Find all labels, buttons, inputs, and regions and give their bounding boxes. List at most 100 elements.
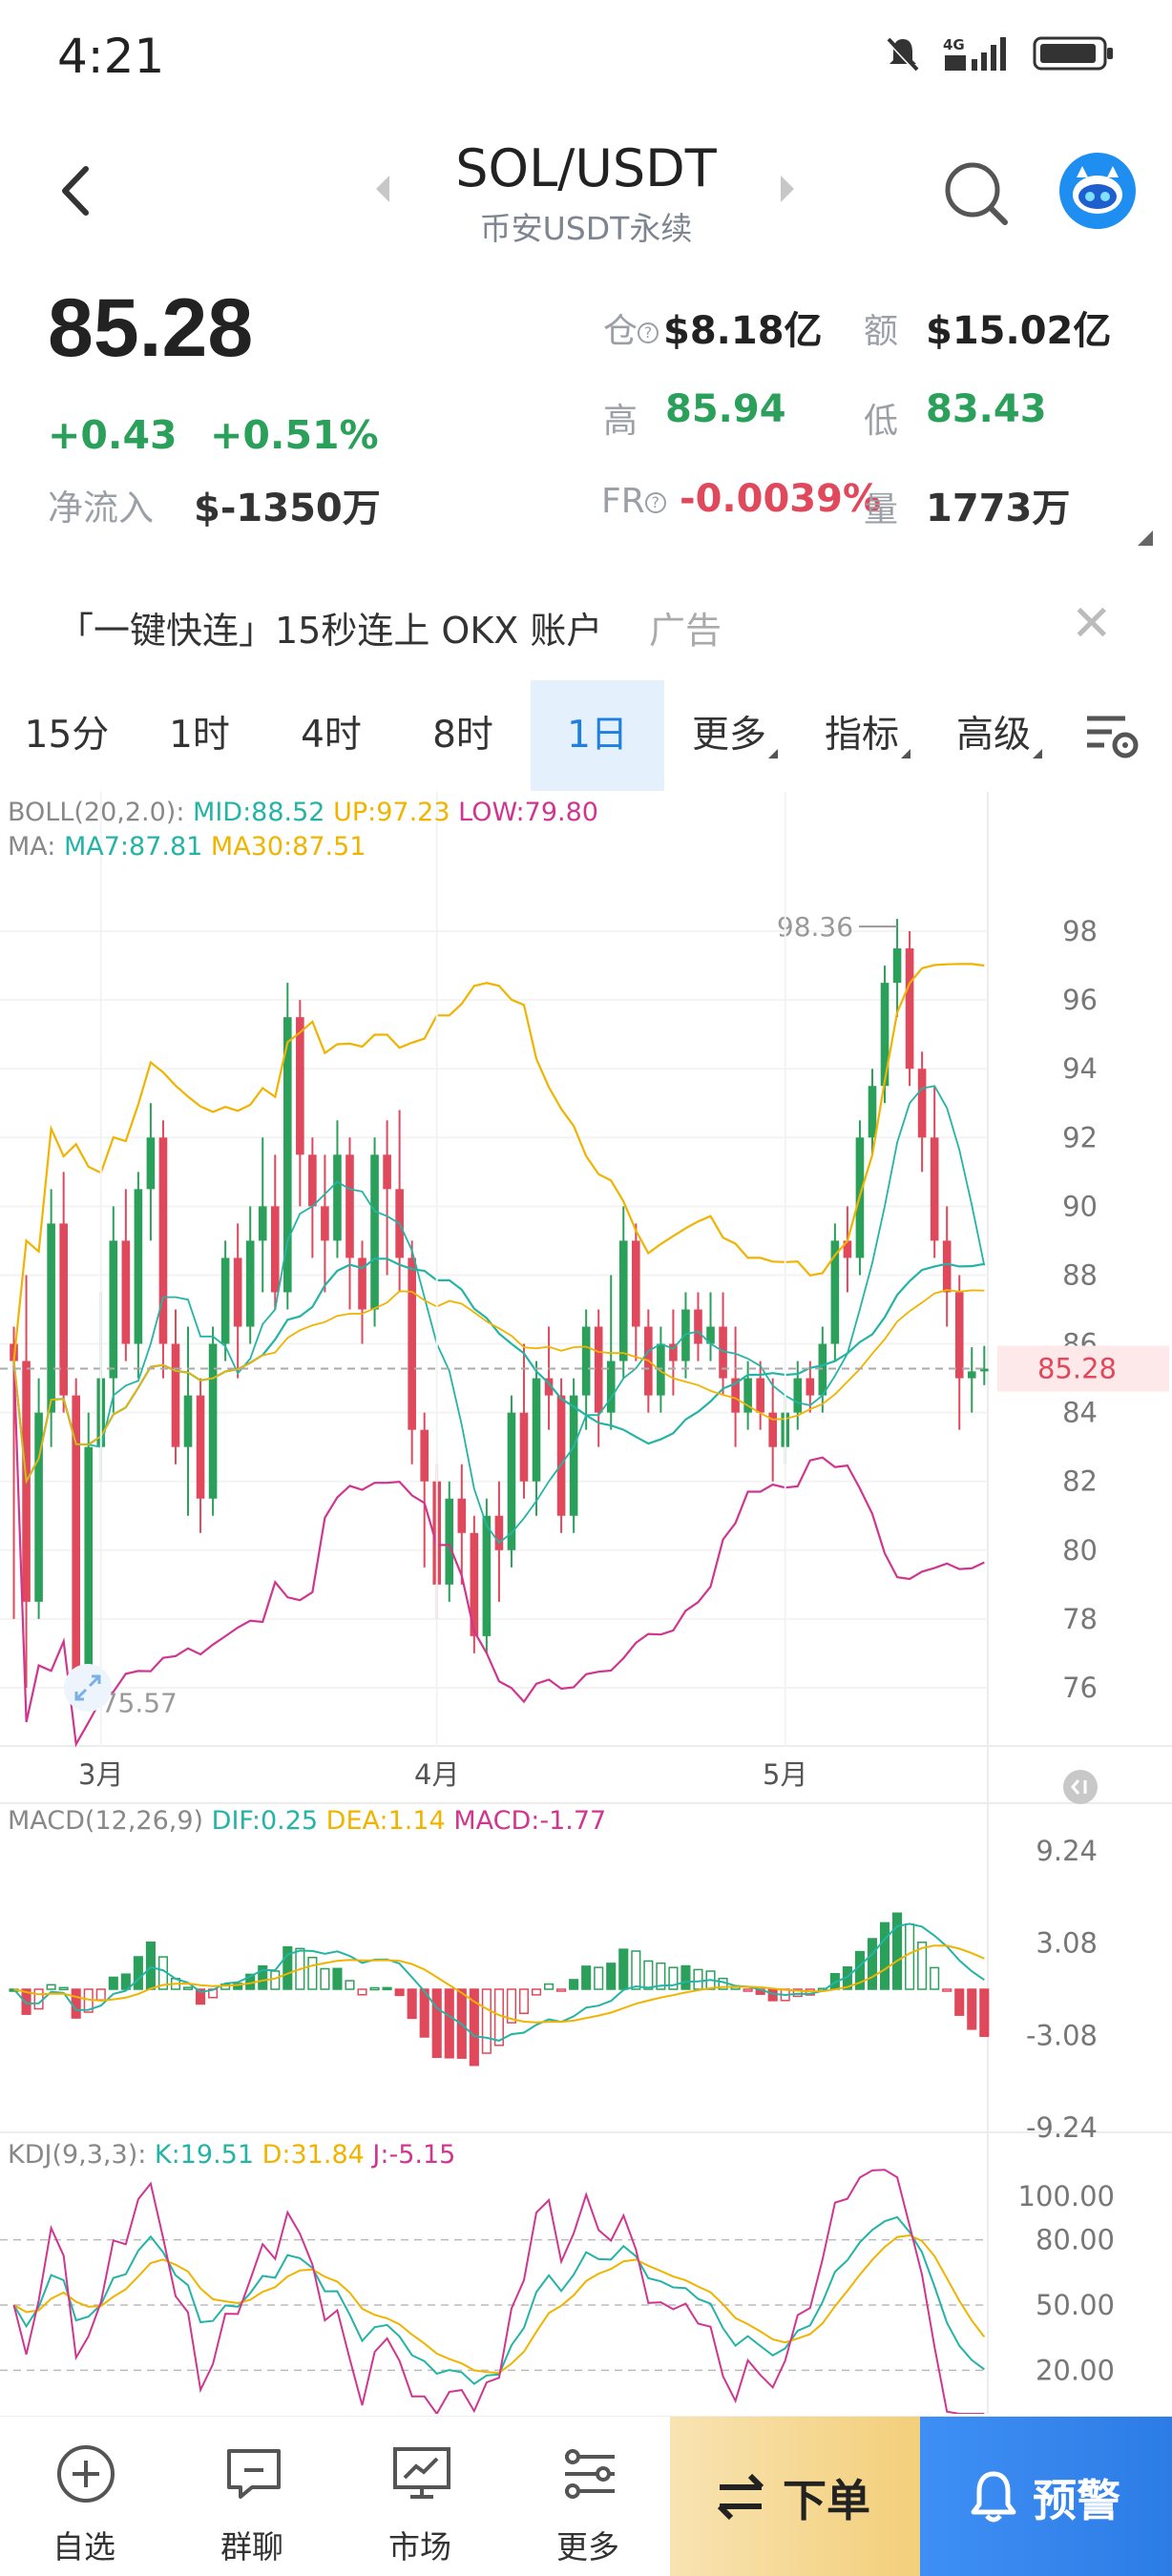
candle-body (618, 1240, 628, 1361)
macd-bar (58, 1986, 69, 1991)
candle-body (930, 1137, 939, 1241)
macd-bar (332, 1967, 343, 1990)
candle-body (445, 1498, 454, 1585)
y-tick-label: 92 (1062, 1121, 1098, 1153)
fullscreen-icon[interactable] (63, 1663, 113, 1713)
tab-1h[interactable]: 1时 (134, 680, 265, 791)
macd-bar (979, 1988, 990, 2037)
candle-body (383, 1154, 391, 1190)
ad-text[interactable]: 「一键快连」15秒连上 OKX 账户 (57, 601, 602, 654)
ad-banner[interactable]: 「一键快连」15秒连上 OKX 账户 广告 ✕ (0, 592, 1172, 668)
y-tick-label: 84 (1062, 1397, 1098, 1429)
chart-settings-icon[interactable] (1083, 709, 1142, 762)
y-tick-label: 78 (1062, 1603, 1098, 1635)
more-icon (565, 2449, 615, 2499)
close-icon[interactable]: ✕ (1071, 599, 1113, 649)
candle-body (482, 1515, 492, 1636)
last-price: 85.28 (48, 282, 254, 374)
help-icon[interactable]: ? (638, 322, 659, 343)
open-interest-label[interactable]: 仓? (603, 303, 659, 353)
help-icon[interactable]: ? (644, 492, 666, 513)
netflow-label: 净流入 (48, 488, 154, 529)
search-icon[interactable] (940, 157, 1013, 230)
candle-body (258, 1206, 267, 1241)
y-tick-label: 94 (1062, 1052, 1098, 1085)
tab-more[interactable]: 更多 (668, 680, 802, 791)
macd-bar (693, 1968, 703, 1990)
y-tick-label: 76 (1062, 1672, 1098, 1704)
y-tick-label: 96 (1062, 984, 1098, 1016)
macd-bar (46, 1984, 56, 1990)
tab-indicators[interactable]: 指标 (802, 680, 933, 791)
candle-body (806, 1378, 815, 1396)
tab-8h[interactable]: 8时 (397, 680, 529, 791)
nav-more[interactable]: 更多 (504, 2417, 672, 2576)
candle-body (345, 1154, 354, 1258)
y-tick-label: 90 (1062, 1190, 1098, 1222)
scroll-to-latest-icon[interactable] (1062, 1769, 1099, 1805)
candle-body (420, 1429, 429, 1482)
y-tick-label: 98 (1062, 915, 1098, 947)
candle-body (233, 1257, 242, 1327)
candle-body (494, 1515, 504, 1550)
swap-icon (717, 2473, 764, 2521)
candle-body (892, 948, 902, 984)
boll-legend: BOLL(20,2.0): MID:88.52 UP:97.23 LOW:79.… (8, 798, 598, 827)
tab-1d[interactable]: 1日 (531, 680, 664, 791)
nav-market[interactable]: 市场 (336, 2417, 504, 2576)
macd-bar (631, 1950, 641, 1990)
y-tick-label: 80 (1062, 1534, 1098, 1567)
candle-body (632, 1240, 640, 1327)
macd-bar (345, 1980, 355, 1990)
tab-15m[interactable]: 15分 (0, 680, 134, 791)
chart-canvas[interactable]: 98969492908886848280787685.2898.3675.573… (0, 792, 1172, 2414)
status-bar: 4:21 4G (0, 0, 1172, 119)
mute-icon (886, 37, 919, 73)
candle-body (47, 1223, 55, 1413)
candle-body (519, 1412, 529, 1482)
macd-bar (382, 1986, 392, 1991)
next-symbol-icon[interactable] (775, 172, 798, 206)
funding-rate-label[interactable]: FR? (601, 482, 666, 521)
candle-body (183, 1395, 193, 1447)
signal-icon: 4G (943, 36, 1006, 71)
macd-bar (942, 1988, 952, 1992)
open-interest-value: $8.18亿 (663, 309, 823, 353)
macd-bar (892, 1912, 903, 1990)
candle-body (694, 1309, 702, 1344)
alert-button-label: 预警 (1033, 2475, 1120, 2526)
candle-body (158, 1137, 168, 1344)
candle-body (905, 948, 914, 1070)
tab-advanced[interactable]: 高级 (933, 680, 1065, 791)
nav-label: 群聊 (220, 2528, 283, 2566)
candle-body (942, 1240, 952, 1293)
alert-button[interactable]: 预警 (920, 2417, 1172, 2576)
expand-stats-icon[interactable] (1138, 530, 1153, 546)
macd-tick-label: 3.08 (1036, 1927, 1098, 1960)
macd-bar (270, 1970, 281, 1990)
tab-4h[interactable]: 4时 (265, 680, 397, 791)
volume-value: 1773万 (926, 487, 1071, 530)
kdj-legend: KDJ(9,3,3): K:19.51 D:31.84 J:-5.15 (8, 2140, 456, 2170)
macd-bar (394, 1988, 405, 1997)
robot-assistant-icon[interactable] (1059, 153, 1136, 229)
nav-group-chat[interactable]: 群聊 (168, 2417, 336, 2576)
kline-chart[interactable]: 98 96 94 92 90 88 86 84 82 80 78 76 85.28 98.36 75.57 3… (0, 792, 1172, 2414)
macd-bar (133, 1956, 143, 1990)
macd-bar (581, 1965, 592, 1990)
nav-watchlist[interactable]: 自选 (0, 2417, 168, 2576)
candle-body (270, 1206, 280, 1293)
macd-bar (357, 1988, 367, 1996)
netflow-value: $-1350万 (194, 487, 381, 530)
macd-bar (556, 1988, 567, 1992)
macd-bar (606, 1963, 617, 1990)
y-tick-label: 82 (1062, 1465, 1098, 1498)
high-label: 高 (603, 402, 638, 441)
candle-body (594, 1326, 603, 1413)
order-button[interactable]: 下单 (670, 2417, 920, 2576)
candle-body (756, 1378, 764, 1413)
macd-bar (544, 1983, 555, 1990)
funding-rate-value: -0.0039% (680, 477, 882, 521)
macd-bar (967, 1988, 977, 2030)
svg-text:4G: 4G (943, 36, 965, 53)
